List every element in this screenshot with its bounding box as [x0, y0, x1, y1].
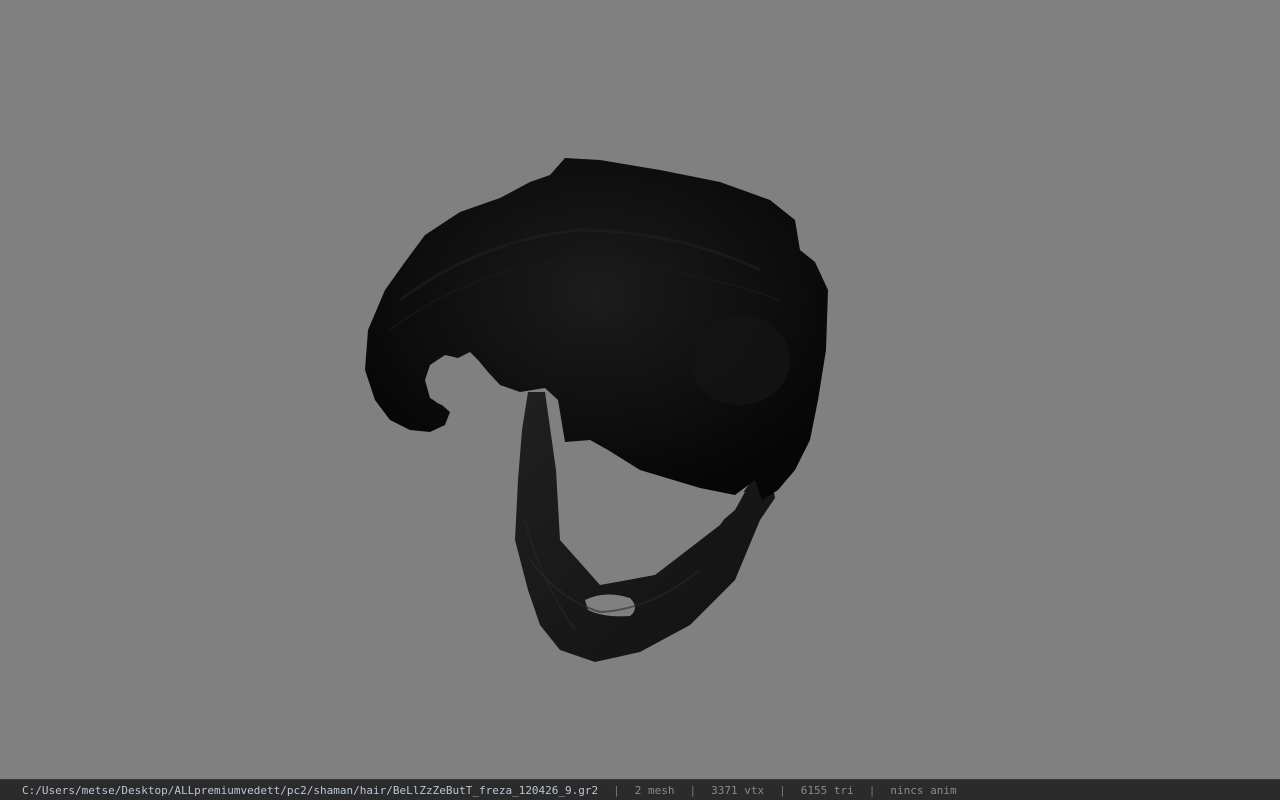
curl-hole	[430, 368, 452, 405]
hair-model-render	[365, 158, 828, 662]
vertex-count: 3371 vtx	[711, 783, 765, 797]
triangle-count: 6155 tri	[800, 783, 854, 797]
animation-status: nincs anim	[890, 783, 957, 797]
separator: |	[779, 783, 786, 797]
separator: |	[613, 783, 620, 797]
file-path: C:/Users/metse/Desktop/ALLpremiumvedett/…	[22, 783, 599, 797]
3d-viewport[interactable]	[0, 0, 1280, 779]
separator: |	[868, 783, 876, 797]
mesh-count: 2 mesh	[634, 783, 675, 797]
separator: |	[689, 783, 697, 797]
status-bar: C:/Users/metse/Desktop/ALLpremiumvedett/…	[0, 779, 1280, 800]
